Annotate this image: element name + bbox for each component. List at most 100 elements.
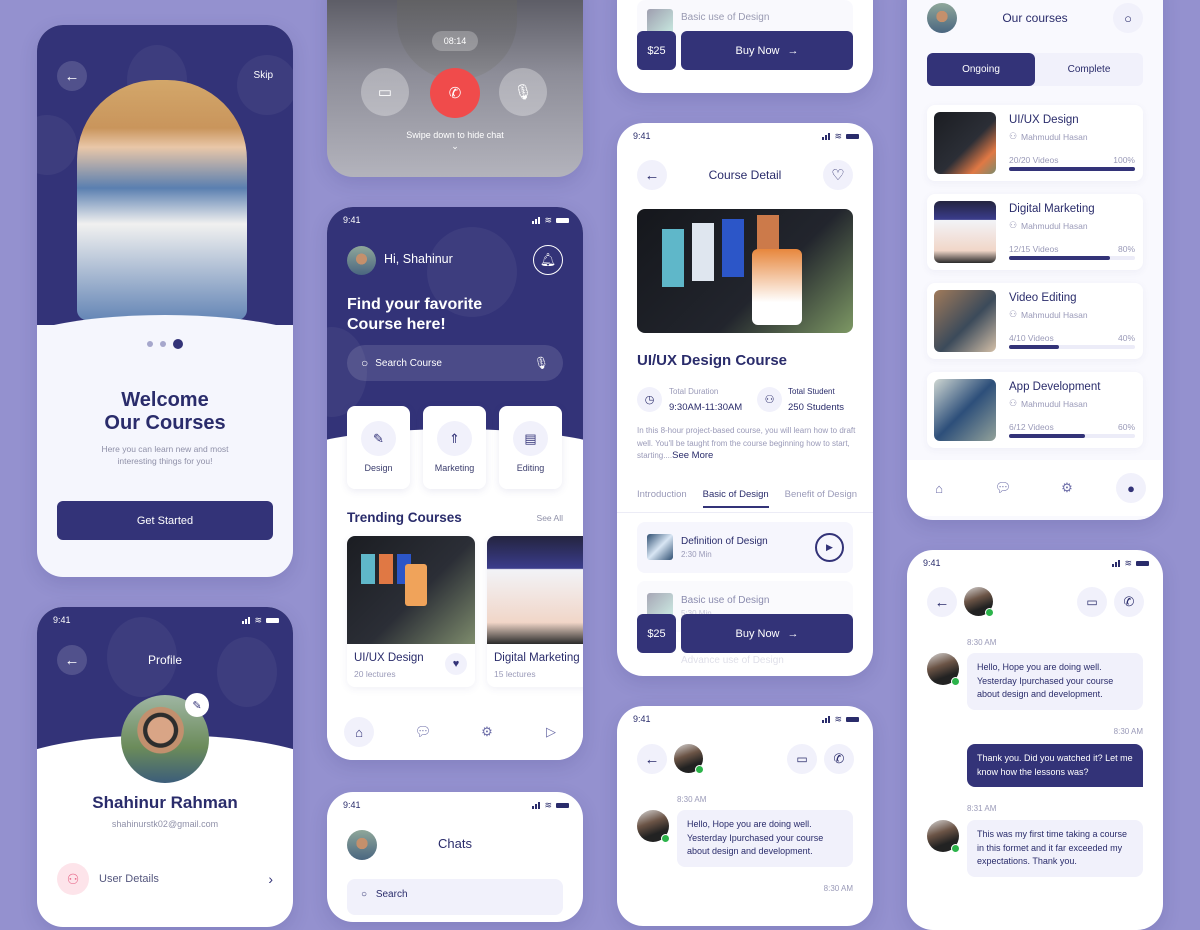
edit-avatar-button[interactable]: ✎ xyxy=(185,693,209,717)
see-more-link[interactable]: See More xyxy=(672,450,713,461)
clipboard-icon: ▤ xyxy=(513,421,548,456)
course-card[interactable]: UI/UX Design ⚇ Mahmudul Hasan 20/20 Vide… xyxy=(927,105,1143,181)
play-lesson-button[interactable]: ▶ xyxy=(815,533,844,562)
notification-bell-button[interactable]: 🔔︎ xyxy=(533,245,563,275)
author-icon: ⚇ xyxy=(1009,131,1018,141)
status-time: 9:41 xyxy=(633,131,651,141)
progress-bar xyxy=(1009,167,1135,171)
mute-button[interactable]: 🎙 xyxy=(499,68,547,116)
lesson-title: Definition of Design xyxy=(681,536,768,547)
progress-percent: 60% xyxy=(1117,422,1135,432)
message-bubble-received: Hello, Hope you are doing well. Yesterda… xyxy=(677,810,853,867)
category-marketing[interactable]: ⇑ Marketing xyxy=(423,406,486,489)
battery-icon xyxy=(556,803,569,808)
progress-bar xyxy=(1009,256,1135,260)
back-button[interactable]: ← xyxy=(57,61,87,91)
page-indicator xyxy=(37,339,293,349)
buy-now-button[interactable]: Buy Now → xyxy=(681,31,853,70)
buy-now-button[interactable]: Buy Now → xyxy=(681,614,853,653)
video-call-screen: 08:14 ▭ ✆ 🎙 Swipe down to hide chat ⌄ xyxy=(327,0,583,177)
profile-screen: 9:41 ≋ ← Profile ✎ Shahinur Rahman shahin… xyxy=(37,607,293,927)
lesson-item[interactable]: Definition of Design 2:30 Min ▶ xyxy=(637,522,853,573)
search-icon: ○ xyxy=(361,889,368,900)
tab-home-icon[interactable]: ⌂ xyxy=(924,473,954,503)
tab-settings-icon[interactable]: ⚙ xyxy=(472,717,502,747)
students-icon: ⚇ xyxy=(757,387,782,412)
course-thumbnail xyxy=(934,201,996,263)
sender-avatar xyxy=(927,820,960,853)
video-call-button[interactable]: ▭ xyxy=(787,744,817,774)
lesson-title: Advance use of Design xyxy=(681,655,784,666)
skip-button[interactable]: Skip xyxy=(254,70,273,81)
video-call-button[interactable]: ▭ xyxy=(1077,587,1107,617)
course-meta: 15 lectures xyxy=(494,669,536,679)
tab-chat-icon[interactable]: 💬︎ xyxy=(408,717,438,747)
page-dot-active[interactable] xyxy=(173,339,183,349)
sender-avatar xyxy=(927,653,960,686)
course-author: Mahmudul Hasan xyxy=(1021,399,1088,409)
course-card[interactable]: Digital Marketing ⚇ Mahmudul Hasan 12/15… xyxy=(927,194,1143,270)
course-thumbnail xyxy=(934,379,996,441)
course-card[interactable]: Video Editing ⚇ Mahmudul Hasan 4/10 Vide… xyxy=(927,283,1143,359)
microphone-icon[interactable]: 🎙︎ xyxy=(534,356,549,370)
search-course-input[interactable]: ○ Search Course 🎙︎ xyxy=(347,345,563,381)
user-avatar[interactable] xyxy=(347,246,376,275)
menu-item-user-details[interactable]: ⚇ User Details › xyxy=(57,863,273,895)
back-button[interactable]: ← xyxy=(927,587,957,617)
tab-play-icon[interactable]: ● xyxy=(1116,473,1146,503)
category-design[interactable]: ✎ Design xyxy=(347,406,410,489)
message-time: 8:31 AM xyxy=(967,804,997,813)
trending-card-uiux[interactable]: UI/UX Design 20 lectures ♥ xyxy=(347,536,475,687)
author-icon: ⚇ xyxy=(1009,220,1018,230)
page-dot[interactable] xyxy=(160,341,166,347)
status-time: 9:41 xyxy=(343,215,361,225)
favorite-heart-button[interactable]: ♡ xyxy=(823,160,853,190)
search-placeholder: Search Course xyxy=(375,357,442,369)
search-button[interactable]: ○ xyxy=(1113,3,1143,33)
tab-play-icon[interactable]: ▷ xyxy=(536,717,566,747)
tab-benefit-of-design[interactable]: Benefit of Design xyxy=(785,489,857,508)
page-dot[interactable] xyxy=(147,341,153,347)
tab-complete[interactable]: Complete xyxy=(1035,53,1143,86)
chat-screen: 9:41 ≋ ← ▭ ✆ 8:30 AM Hello, Hope you are … xyxy=(907,550,1163,930)
online-indicator xyxy=(695,765,704,774)
voice-call-button[interactable]: ✆ xyxy=(1114,587,1144,617)
get-started-button[interactable]: Get Started xyxy=(57,501,273,540)
favorite-heart-button[interactable]: ♥ xyxy=(445,653,467,675)
user-icon: ⚇ xyxy=(57,863,89,895)
end-call-button[interactable]: ✆ xyxy=(430,68,480,118)
tab-basic-of-design[interactable]: Basic of Design xyxy=(702,489,769,508)
chats-screen: 9:41 ≋ Chats ○ Search xyxy=(327,792,583,922)
chat-search-input[interactable]: ○ Search xyxy=(347,879,563,915)
see-all-link[interactable]: See All xyxy=(537,513,563,523)
category-label: Editing xyxy=(516,463,545,473)
contact-avatar[interactable] xyxy=(674,744,704,774)
category-label: Design xyxy=(364,463,393,473)
tab-home-icon[interactable]: ⌂ xyxy=(344,717,374,747)
trending-card-marketing[interactable]: Digital Marketing 15 lectures xyxy=(487,536,583,687)
status-time: 9:41 xyxy=(633,714,651,724)
category-editing[interactable]: ▤ Editing xyxy=(499,406,562,489)
video-toggle-button[interactable]: ▭ xyxy=(361,68,409,116)
voice-call-button[interactable]: ✆ xyxy=(824,744,854,774)
student-photo xyxy=(77,80,247,320)
tab-settings-icon[interactable]: ⚙ xyxy=(1052,473,1082,503)
progress-fill xyxy=(1009,167,1135,171)
message-time: 8:30 AM xyxy=(1113,727,1143,736)
battery-icon xyxy=(846,717,859,722)
course-thumbnail xyxy=(487,536,583,644)
progress-fill xyxy=(1009,345,1060,349)
tab-chat-icon[interactable]: 💬︎ xyxy=(988,473,1018,503)
tab-ongoing[interactable]: Ongoing xyxy=(927,53,1035,86)
videos-count: 12/15 Videos xyxy=(1009,244,1059,254)
progress-fill xyxy=(1009,256,1110,260)
headline-line1: Find your favorite xyxy=(347,296,483,313)
contact-avatar[interactable] xyxy=(964,587,994,617)
profile-name: Shahinur Rahman xyxy=(92,793,238,812)
online-indicator xyxy=(951,677,960,686)
search-placeholder: Search xyxy=(375,889,408,900)
course-card[interactable]: App Development ⚇ Mahmudul Hasan 6/12 Vi… xyxy=(927,372,1143,448)
back-button[interactable]: ← xyxy=(637,744,667,774)
tab-introduction[interactable]: Introduction xyxy=(637,489,687,508)
chevrons-down-icon[interactable]: ⌄ xyxy=(327,141,583,152)
